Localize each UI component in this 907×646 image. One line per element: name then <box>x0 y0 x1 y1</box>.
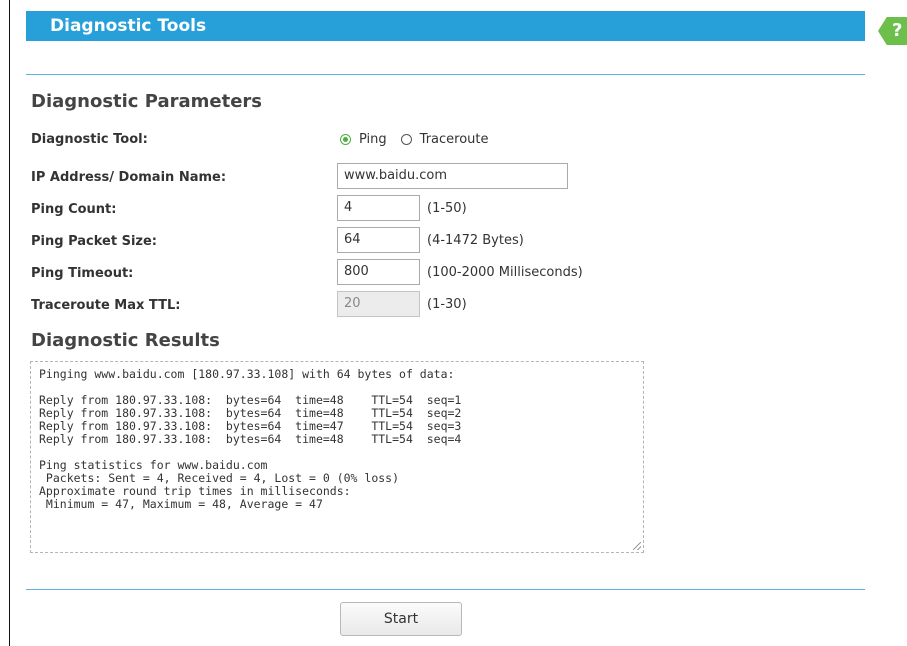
diagnostic-tool-radio-group: Ping Traceroute <box>340 132 489 147</box>
packet-size-input[interactable]: 64 <box>337 227 420 253</box>
result-line: Reply from 180.97.33.108: bytes=64 time=… <box>39 393 462 407</box>
results-section-title: Diagnostic Results <box>31 330 220 351</box>
traceroute-radio-label[interactable]: Traceroute <box>420 132 489 147</box>
ping-radio-label[interactable]: Ping <box>359 132 387 147</box>
ping-count-label: Ping Count: <box>31 202 117 217</box>
results-text: Pinging www.baidu.com [180.97.33.108] wi… <box>39 368 635 511</box>
packet-size-hint: (4-1472 Bytes) <box>427 233 524 248</box>
ip-address-label: IP Address/ Domain Name: <box>31 170 227 185</box>
result-line: Reply from 180.97.33.108: bytes=64 time=… <box>39 419 462 433</box>
max-ttl-hint: (1-30) <box>427 297 467 312</box>
ping-timeout-input[interactable]: 800 <box>337 259 420 285</box>
resize-grip-icon[interactable] <box>633 542 641 550</box>
result-line: Packets: Sent = 4, Received = 4, Lost = … <box>39 471 400 485</box>
help-button[interactable]: ? <box>878 17 907 45</box>
ping-count-hint: (1-50) <box>427 201 467 216</box>
divider-top <box>26 74 865 75</box>
packet-size-label: Ping Packet Size: <box>31 234 157 249</box>
result-line: Pinging www.baidu.com [180.97.33.108] wi… <box>39 367 455 381</box>
ping-timeout-label: Ping Timeout: <box>31 266 134 281</box>
results-textarea[interactable]: Pinging www.baidu.com [180.97.33.108] wi… <box>30 361 644 553</box>
traceroute-radio[interactable] <box>400 134 412 145</box>
max-ttl-label: Traceroute Max TTL: <box>31 298 181 313</box>
page-frame-border <box>9 0 10 646</box>
max-ttl-input: 20 <box>337 291 420 317</box>
header-bar: Diagnostic Tools <box>26 11 865 41</box>
result-line: Approximate round trip times in millisec… <box>39 484 351 498</box>
result-line: Reply from 180.97.33.108: bytes=64 time=… <box>39 406 462 420</box>
divider-bottom <box>26 589 865 590</box>
result-line: Ping statistics for www.baidu.com <box>39 458 268 472</box>
help-icon: ? <box>892 20 903 41</box>
parameters-section-title: Diagnostic Parameters <box>31 91 262 112</box>
ping-timeout-hint: (100-2000 Milliseconds) <box>427 265 583 280</box>
ip-address-input[interactable]: www.baidu.com <box>337 163 568 189</box>
page-title: Diagnostic Tools <box>50 16 207 36</box>
diagnostic-tool-label: Diagnostic Tool: <box>31 132 148 147</box>
start-button[interactable]: Start <box>340 602 462 636</box>
ping-radio[interactable] <box>340 134 351 145</box>
result-line: Minimum = 47, Maximum = 48, Average = 47 <box>39 497 323 511</box>
ping-count-input[interactable]: 4 <box>337 195 420 221</box>
result-line: Reply from 180.97.33.108: bytes=64 time=… <box>39 432 462 446</box>
